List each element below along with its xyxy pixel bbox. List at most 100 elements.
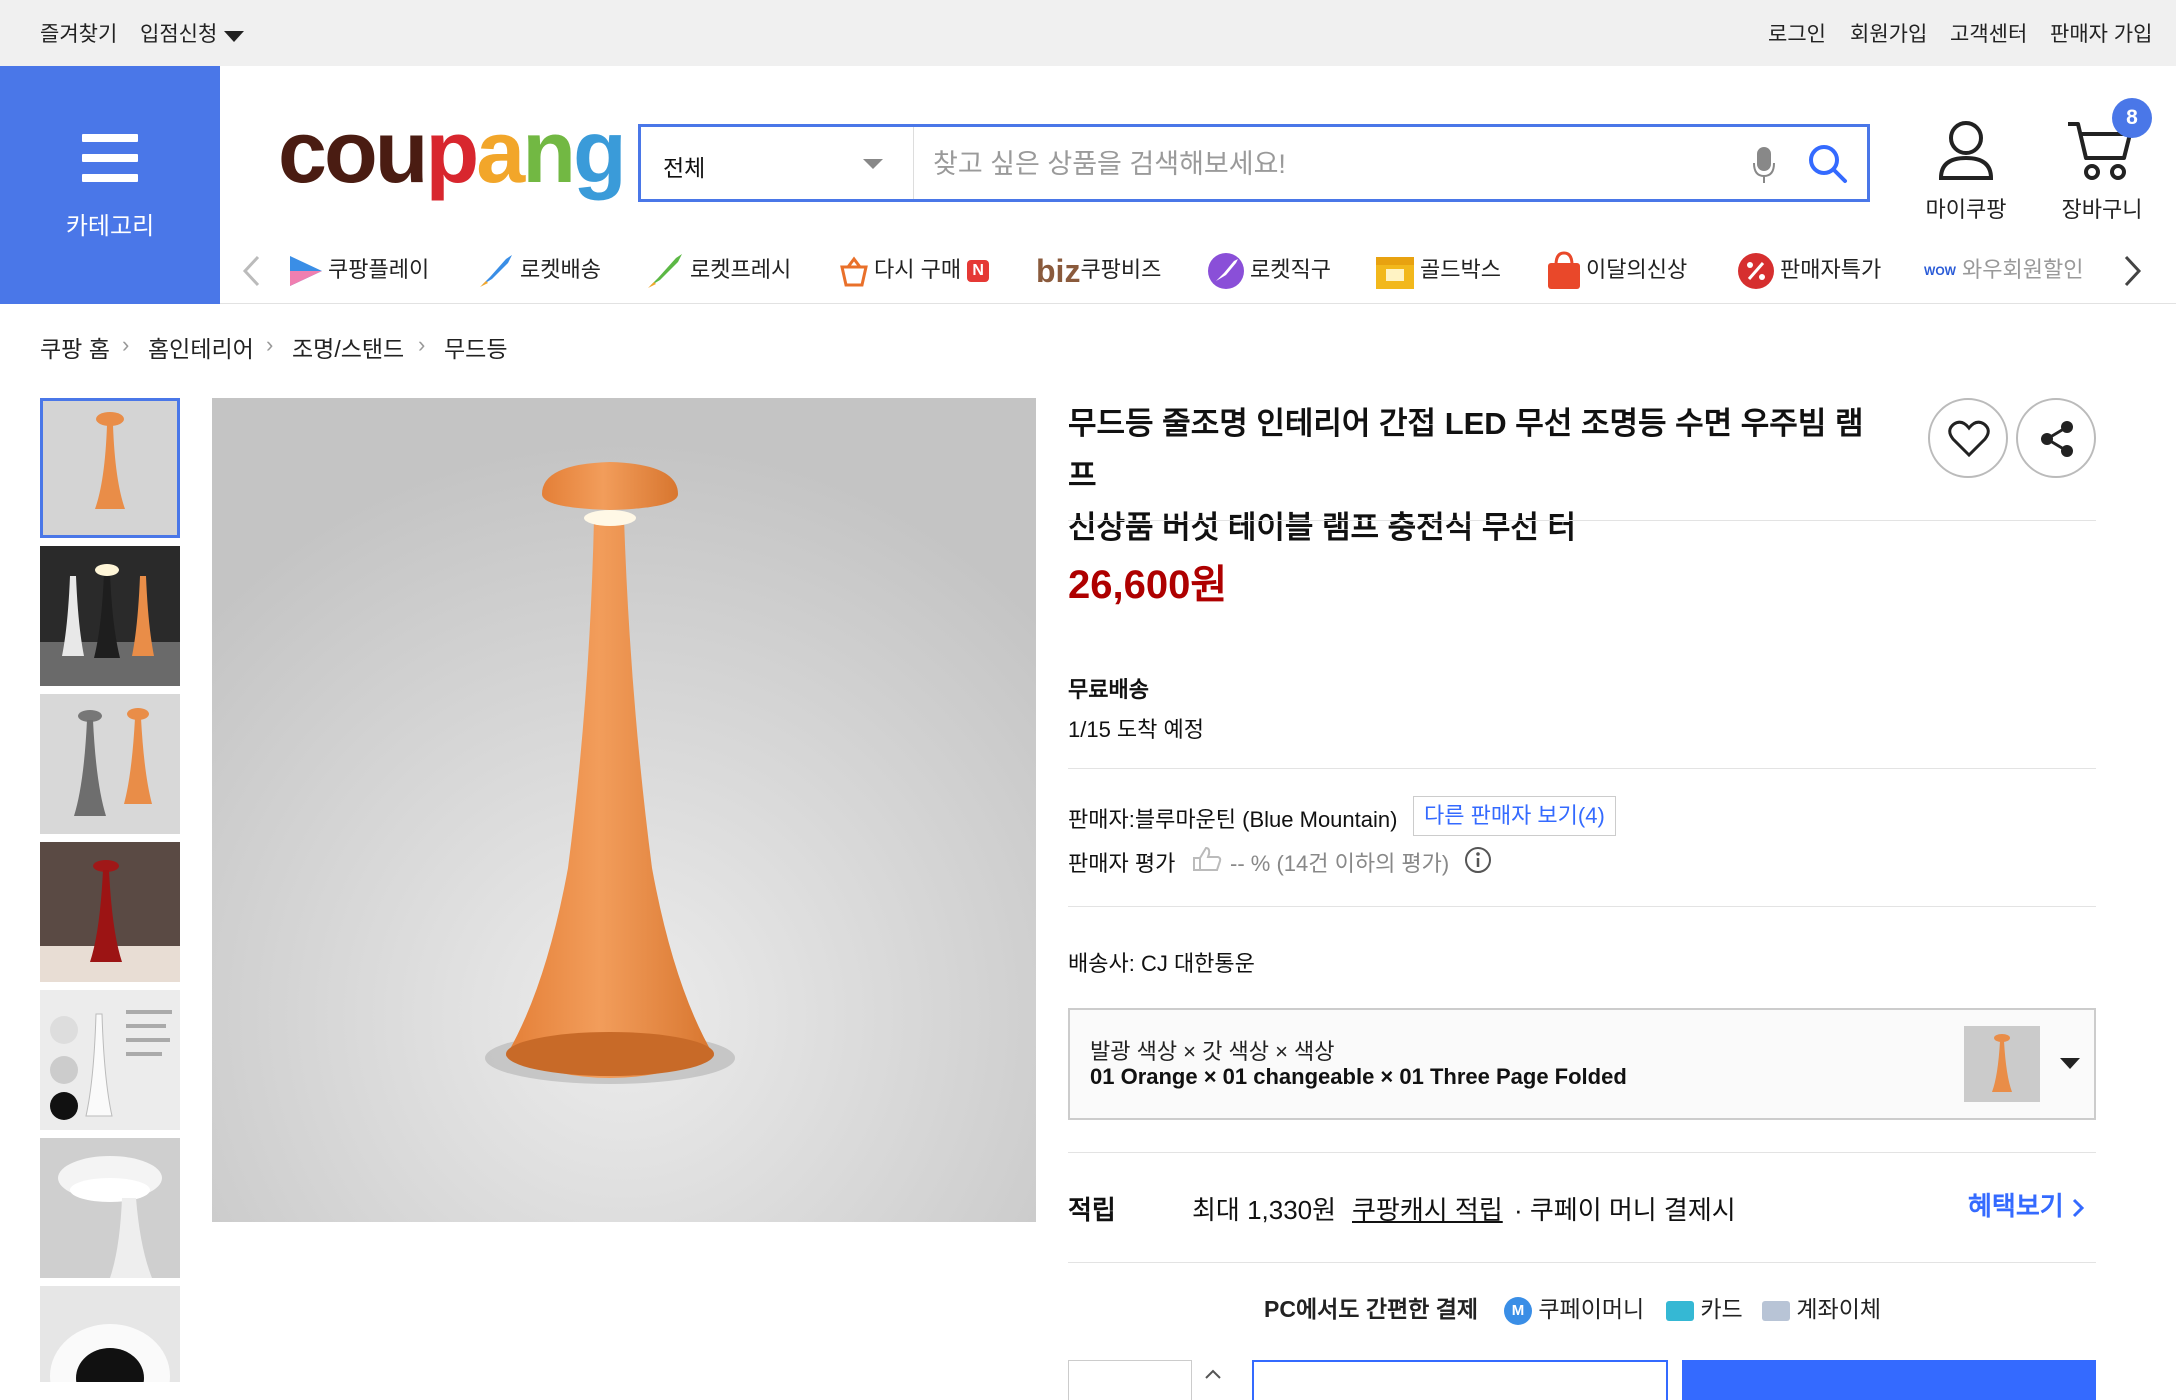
chevron-left-icon[interactable]: [240, 254, 262, 288]
chevron-down-icon[interactable]: [224, 31, 244, 43]
shopping-bag-icon: [1548, 251, 1580, 290]
category-menu-button[interactable]: 카테고리: [0, 66, 220, 304]
new-badge: N: [967, 260, 990, 283]
view-benefits-label: 혜택보기: [1968, 1191, 2064, 1221]
view-benefits-link[interactable]: 혜택보기: [1968, 1186, 2085, 1223]
option-thumbnail: [1964, 1026, 2040, 1102]
customer-center-link[interactable]: 고객센터: [1950, 0, 2027, 66]
logo-letter: g: [572, 102, 627, 201]
search-bar: 전체: [638, 124, 1870, 202]
product-title-line: 신상품 버섯 테이블 램프 충전식 무선 터: [1068, 510, 1576, 545]
heart-icon: [1948, 420, 1990, 458]
pay-method-bank-transfer: 계좌이체: [1762, 1290, 1881, 1324]
breadcrumb-home[interactable]: 쿠팡 홈: [40, 330, 110, 364]
search-input[interactable]: [931, 141, 1775, 187]
product-thumbnail[interactable]: [40, 398, 180, 538]
service-label: 로켓프레시: [690, 257, 792, 282]
lamps-dark-image: [40, 564, 180, 686]
service-rocket-delivery[interactable]: 로켓배송: [476, 250, 601, 290]
chevron-right-icon[interactable]: [2122, 254, 2144, 288]
wishlist-button[interactable]: [1928, 398, 2008, 478]
breadcrumb-mood-light[interactable]: 무드등: [444, 330, 507, 364]
divider: [1068, 1152, 2096, 1153]
seller-name: 판매자:블루마운틴 (Blue Mountain): [1068, 807, 1398, 832]
wow-icon: WOW: [1924, 264, 1956, 279]
biz-logo: biz: [1036, 253, 1081, 290]
breadcrumb-lighting[interactable]: 조명/스탠드: [292, 330, 404, 364]
other-sellers-button[interactable]: 다른 판매자 보기(4): [1413, 796, 1616, 836]
search-scope-select[interactable]: 전체: [641, 127, 914, 199]
service-label: 판매자특가: [1780, 257, 1882, 282]
service-label: 와우회원할인: [1962, 257, 2084, 282]
bookmark-link[interactable]: 즐겨찾기: [40, 0, 117, 66]
coupang-cash-link[interactable]: 쿠팡캐시 적립: [1352, 1190, 1503, 1227]
goldbox-icon: [1376, 257, 1414, 290]
percent-badge-icon: [1738, 253, 1774, 290]
microphone-icon[interactable]: [1751, 145, 1777, 185]
mushroom-lamp-image: [212, 398, 1036, 1222]
service-rebuy[interactable]: 다시 구매 N: [838, 250, 990, 290]
service-new-arrivals[interactable]: 이달의신상: [1546, 250, 1687, 290]
service-rocket-fresh[interactable]: 로켓프레시: [644, 250, 791, 290]
coupang-logo[interactable]: coupang: [278, 102, 627, 202]
service-wow-discount[interactable]: WOW 와우회원할인: [1924, 250, 2090, 290]
lamps-grey-orange-image: [74, 708, 152, 816]
service-rocket-global[interactable]: 로켓직구: [1206, 250, 1331, 290]
service-label: 쿠팡플레이: [328, 257, 430, 282]
points-label: 적립: [1068, 1195, 1116, 1225]
logo-letter: c: [278, 102, 327, 201]
info-icon[interactable]: [1464, 846, 1492, 874]
logo-letter: n: [522, 102, 576, 201]
option-select[interactable]: 발광 색상 × 갓 색상 × 색상 01 Orange × 01 changea…: [1068, 1008, 2096, 1120]
product-thumbnail[interactable]: [40, 990, 180, 1130]
mycoupang-label[interactable]: 마이쿠팡: [1918, 192, 2014, 224]
service-coupang-biz[interactable]: biz쿠팡비즈: [1036, 250, 1161, 290]
basket-icon: [840, 256, 868, 287]
user-icon[interactable]: [1936, 118, 1996, 182]
product-thumbnail[interactable]: [40, 694, 180, 834]
play-icon: [290, 256, 322, 287]
seller-signup-link[interactable]: 판매자 가입: [2050, 0, 2152, 66]
login-link[interactable]: 로그인: [1768, 0, 1826, 66]
category-label: 카테고리: [65, 213, 155, 240]
buy-now-button[interactable]: [1682, 1360, 2096, 1400]
signup-link[interactable]: 회원가입: [1850, 0, 1927, 66]
free-shipping-label: 무료배송: [1068, 677, 1149, 702]
pay-method-label: 쿠페이머니: [1538, 1296, 1645, 1322]
logo-letter: u: [374, 102, 429, 201]
service-seller-deal[interactable]: 판매자특가: [1736, 250, 1881, 290]
product-thumbnail[interactable]: [40, 1286, 180, 1382]
service-label: 다시 구매: [874, 257, 962, 282]
logo-letter: a: [476, 102, 525, 201]
search-icon[interactable]: [1807, 143, 1849, 185]
card-icon: [1666, 1300, 1694, 1321]
chevron-up-icon[interactable]: [1205, 1369, 1221, 1379]
search-scope-value: 전체: [663, 155, 706, 181]
service-label: 쿠팡비즈: [1080, 257, 1162, 282]
lamp-closeup-image: [58, 1156, 162, 1278]
add-to-cart-button[interactable]: [1252, 1360, 1668, 1400]
lamp-features-image: [50, 1010, 172, 1120]
lamp-thumbnail-image: [95, 412, 125, 509]
product-thumbnail[interactable]: [40, 1138, 180, 1278]
share-button[interactable]: [2016, 398, 2096, 478]
pay-method-label: 계좌이체: [1796, 1296, 1882, 1322]
seller-apply-link[interactable]: 입점신청: [140, 0, 217, 66]
share-icon: [2041, 421, 2073, 457]
quantity-stepper[interactable]: [1068, 1360, 1221, 1400]
service-goldbox[interactable]: 골드박스: [1374, 250, 1501, 290]
option-header: 발광 색상 × 갓 색상 × 색상: [1090, 1039, 1335, 1064]
caret-down-icon: [2060, 1058, 2080, 1069]
product-thumbnail[interactable]: [40, 842, 180, 982]
main-product-image[interactable]: [212, 398, 1036, 1222]
thumbs-up-icon: [1193, 846, 1222, 871]
service-coupang-play[interactable]: 쿠팡플레이: [288, 250, 429, 290]
cart-label[interactable]: 장바구니: [2054, 192, 2150, 224]
rocket-icon: [480, 255, 512, 288]
product-thumbnail[interactable]: [40, 546, 180, 686]
breadcrumb-home-interior[interactable]: 홈인테리어: [148, 330, 254, 364]
product-price: 26,600원: [1068, 563, 1228, 607]
service-label: 로켓직구: [1250, 257, 1331, 282]
lamp-option-image: [1992, 1034, 2012, 1092]
product-title: 무드등 줄조명 인테리어 간접 LED 무선 조명등 수면 우주빔 램프 신상품…: [1068, 398, 1878, 554]
